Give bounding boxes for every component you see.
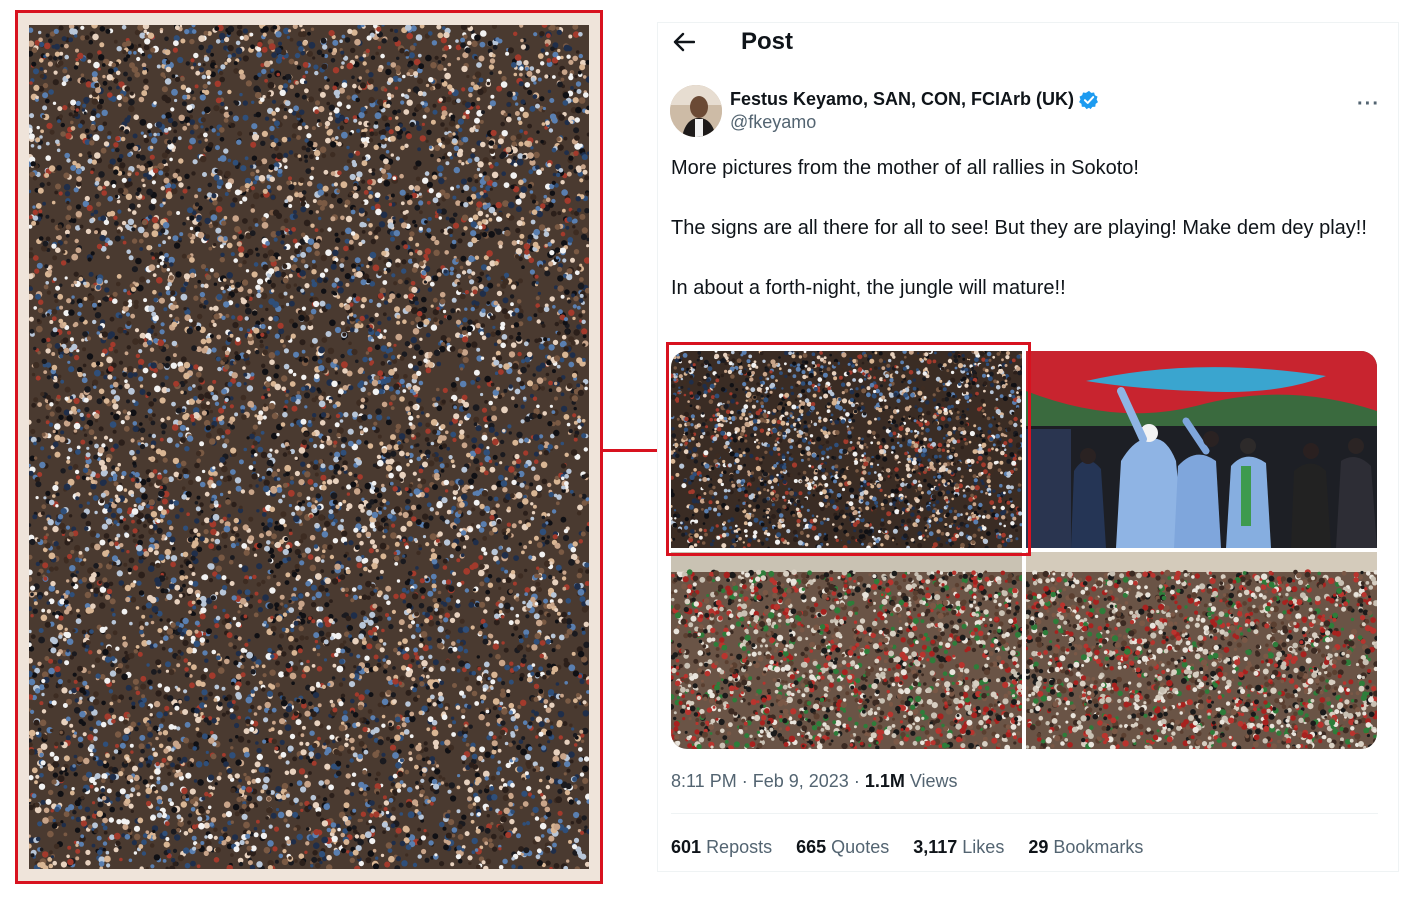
post-text: More pictures from the mother of all ral… (671, 153, 1371, 333)
stat-reposts[interactable]: 601 Reposts (671, 837, 772, 858)
more-horizontal-icon[interactable]: ··· (1357, 93, 1380, 116)
post-time[interactable]: 8:11 PM (671, 771, 737, 791)
enlarged-crowd-image-frame (15, 10, 603, 884)
stat-count: 3,117 (913, 837, 958, 857)
post-date[interactable]: Feb 9, 2023 (753, 771, 849, 791)
post-header: Post (670, 27, 793, 57)
post-paragraph: In about a forth-night, the jungle will … (671, 277, 1066, 299)
stat-count: 601 (671, 837, 702, 857)
stat-label: Quotes (831, 837, 890, 857)
stat-label: Reposts (706, 837, 773, 857)
stat-label: Likes (962, 837, 1005, 857)
views-label: Views (909, 771, 958, 791)
post-author: Festus Keyamo, SAN, CON, FCIArb (UK) @fk… (670, 85, 1099, 137)
media-stage-leaders[interactable] (1026, 351, 1377, 548)
media-crowd-aerial[interactable] (671, 351, 1022, 548)
stat-likes[interactable]: 3,117 Likes (913, 837, 1004, 858)
views-count: 1.1M (864, 771, 905, 791)
stat-label: Bookmarks (1053, 837, 1144, 857)
divider (671, 813, 1378, 814)
author-display-name-text: Festus Keyamo, SAN, CON, FCIArb (UK) (730, 89, 1075, 109)
stat-count: 29 (1028, 837, 1049, 857)
stat-count: 665 (796, 837, 827, 857)
meta-separator: · (853, 771, 865, 791)
media-rally-crowd-right[interactable] (1026, 552, 1377, 749)
author-names: Festus Keyamo, SAN, CON, FCIArb (UK) @fk… (730, 89, 1099, 133)
meta-separator: · (741, 771, 753, 791)
page-title: Post (741, 28, 794, 55)
stat-quotes[interactable]: 665 Quotes (796, 837, 889, 858)
avatar[interactable] (670, 85, 722, 137)
author-handle[interactable]: @fkeyamo (730, 112, 1099, 133)
post-card: Post Festus Keyamo, SAN, CON, FCIArb (UK… (657, 22, 1399, 872)
comparison-graphic: Post Festus Keyamo, SAN, CON, FCIArb (UK… (0, 0, 1409, 900)
arrow-left-icon[interactable] (670, 28, 698, 56)
post-stats: 601 Reposts 665 Quotes 3,117 Likes 29 Bo… (671, 837, 1167, 858)
post-timestamp: 8:11 PM · Feb 9, 2023 · 1.1M Views (671, 771, 958, 792)
stat-bookmarks[interactable]: 29 Bookmarks (1028, 837, 1143, 858)
post-paragraph: The signs are all there for all to see! … (671, 217, 1367, 239)
verified-badge-icon (1079, 90, 1099, 110)
author-display-name[interactable]: Festus Keyamo, SAN, CON, FCIArb (UK) (730, 89, 1099, 110)
media-rally-crowd-left[interactable] (671, 552, 1022, 749)
post-media-grid (671, 351, 1377, 749)
post-paragraph: More pictures from the mother of all ral… (671, 157, 1139, 179)
enlarged-crowd-image (29, 25, 589, 869)
